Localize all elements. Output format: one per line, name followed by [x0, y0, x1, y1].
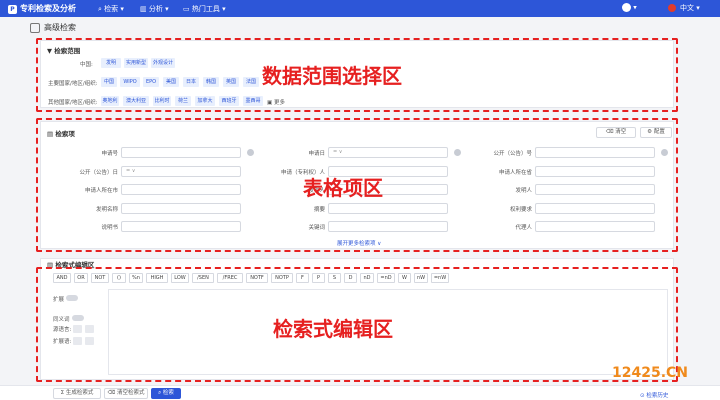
page-title: 高级检索 [30, 22, 76, 33]
nav-search[interactable]: ⌕ 检索 ▾ [98, 4, 124, 14]
avatar-icon [622, 3, 631, 12]
generate-query-button[interactable]: Σ 生成检索式 [53, 388, 101, 399]
annotation-editor: 检索式编辑区 [273, 317, 393, 341]
app-title: 专利检索及分析 [20, 4, 76, 13]
search-label: 检索 [162, 390, 174, 396]
annotation-scope: 数据范围选择区 [262, 64, 402, 88]
nav-analysis[interactable]: ▥ 分析 ▾ [140, 4, 169, 14]
generate-query-label: 生成检索式 [65, 390, 94, 396]
app-logo-icon: P [8, 5, 17, 14]
nav-search-label: 检索 [104, 5, 119, 13]
language-switch[interactable]: 中文 ▾ [668, 3, 700, 13]
search-page-icon [30, 22, 40, 33]
search-history-link[interactable]: ⊙ 检索历史 [640, 391, 668, 399]
annotation-table: 表格项区 [303, 176, 383, 200]
search-button[interactable]: ⌕ 检索 [151, 388, 181, 399]
user-menu[interactable]: ▾ [622, 3, 637, 12]
language-label: 中文 [680, 4, 694, 12]
nav-tools-label: 热门工具 [191, 5, 220, 13]
nav-analysis-label: 分析 [148, 5, 163, 13]
clear-query-button[interactable]: ⌫ 清空检索式 [104, 388, 148, 399]
top-nav-bar: P 专利检索及分析 ⌕ 检索 ▾ ▥ 分析 ▾ ▭ 热门工具 ▾ ▾ 中文 ▾ [0, 0, 720, 17]
watermark: 12425.CN [612, 365, 689, 381]
nav-tools[interactable]: ▭ 热门工具 ▾ [183, 4, 226, 14]
app-brand[interactable]: P 专利检索及分析 [8, 3, 76, 14]
china-flag-icon [668, 4, 676, 12]
search-history-label: 检索历史 [646, 393, 669, 399]
clear-query-label: 清空检索式 [117, 390, 145, 396]
